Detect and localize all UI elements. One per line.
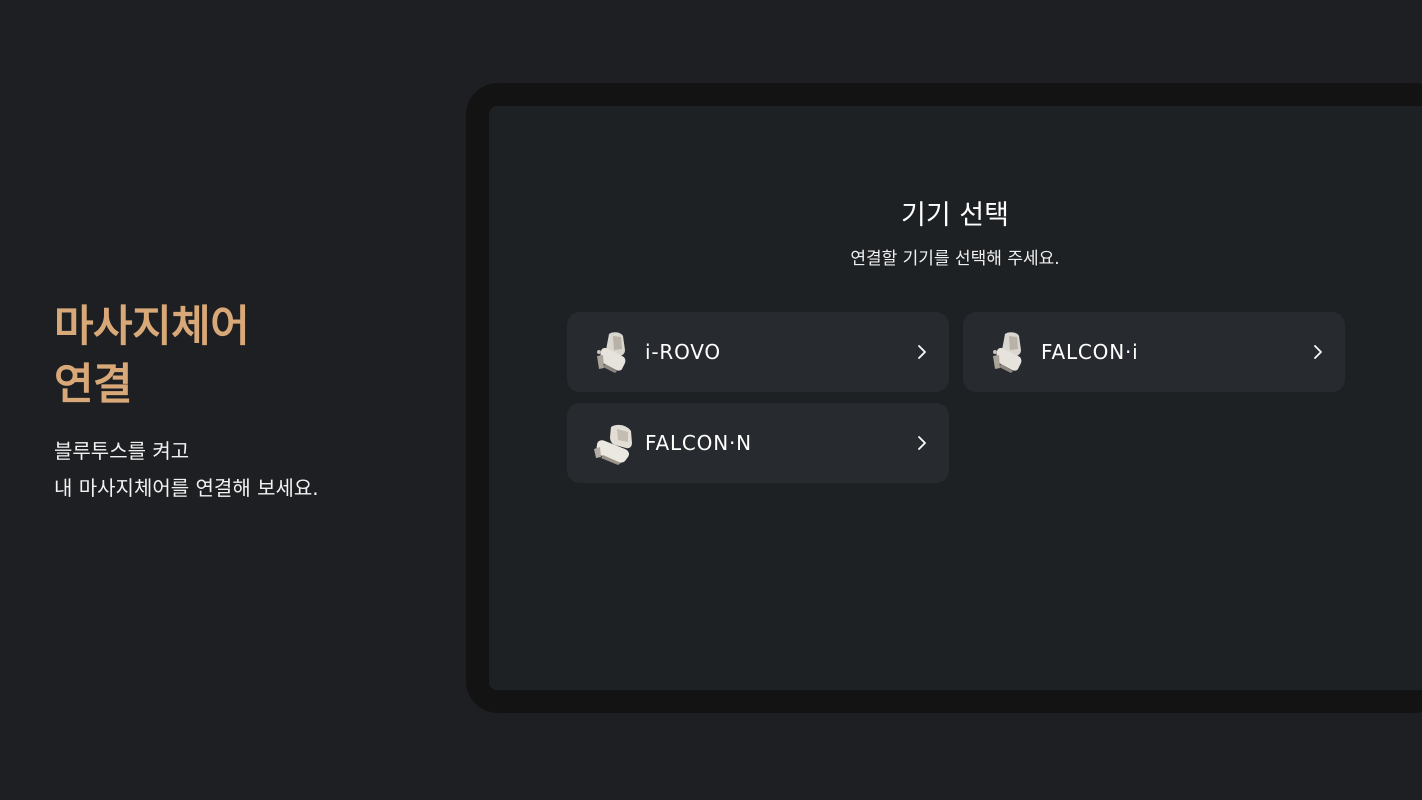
chevron-right-icon [918, 436, 926, 450]
massage-chair-icon [594, 424, 632, 465]
device-select-subtitle: 연결할 기기를 선택해 주세요. [850, 249, 1060, 269]
tablet-screen [489, 106, 1422, 690]
hero-title-line2: 연결 [54, 360, 133, 410]
massage-chair-icon [993, 332, 1022, 373]
device-name: FALCON·i [1041, 340, 1139, 364]
device-card-falcon-n[interactable]: FALCON·N [567, 403, 949, 483]
device-select-title: 기기 선택 [901, 200, 1009, 231]
hero-title-line1: 마사지체어 [54, 302, 250, 352]
hero-desc-line2: 내 마사지체어를 연결해 보세요. [54, 476, 319, 500]
chevron-right-icon [918, 345, 926, 359]
hero-title: 마사지체어 연결 [54, 298, 250, 414]
device-card-irovo[interactable]: i-ROVO [567, 312, 949, 392]
device-card-falcon-i[interactable]: FALCON·i [963, 312, 1345, 392]
device-name: FALCON·N [645, 431, 752, 455]
massage-chair-icon [597, 332, 626, 373]
device-name: i-ROVO [645, 340, 721, 364]
hero-desc-line1: 블루투스를 켜고 [54, 439, 190, 463]
chevron-right-icon [1314, 345, 1322, 359]
hero-description: 블루투스를 켜고 내 마사지체어를 연결해 보세요. [54, 433, 319, 507]
